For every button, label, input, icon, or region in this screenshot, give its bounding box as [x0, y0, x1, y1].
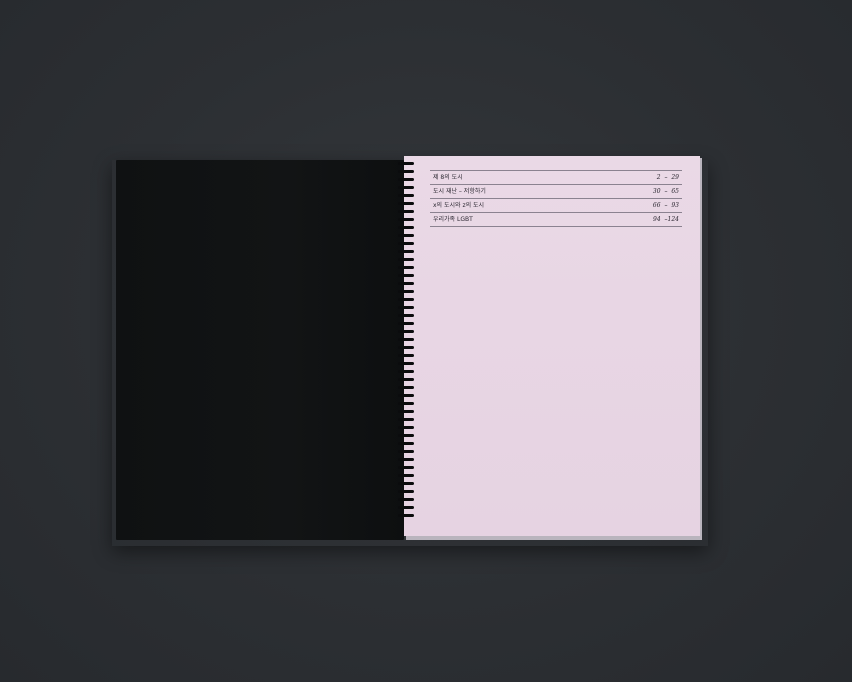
spiral-coil: [398, 210, 414, 213]
spiral-coil: [398, 514, 414, 517]
spiral-coil: [398, 362, 414, 365]
toc-row: 우리가족 LGBT 94 –124: [430, 213, 682, 227]
spiral-coil: [398, 194, 414, 197]
spiral-coil: [398, 250, 414, 253]
toc-title: 제 8의 도시: [433, 174, 463, 181]
spiral-coil: [398, 234, 414, 237]
spiral-coil: [398, 306, 414, 309]
spiral-coil: [398, 314, 414, 317]
spiral-coil: [398, 498, 414, 501]
spiral-coil: [398, 186, 414, 189]
table-of-contents: 제 8의 도시 2 – 29 도시 재난 – 저항하기 30 – 65 x의 도…: [430, 170, 682, 227]
toc-pages: 30 – 65: [652, 188, 679, 195]
spiral-coil: [398, 338, 414, 341]
spiral-coil: [398, 218, 414, 221]
toc-pages: 66 – 93: [652, 202, 679, 209]
spiral-coil: [398, 442, 414, 445]
spiral-coil: [398, 290, 414, 293]
spiral-coil: [398, 242, 414, 245]
spiral-coil: [398, 226, 414, 229]
spiral-coil: [398, 378, 414, 381]
spiral-coil: [398, 386, 414, 389]
toc-row: 도시 재난 – 저항하기 30 – 65: [430, 185, 682, 199]
spiral-coil: [398, 258, 414, 261]
spiral-coil: [398, 450, 414, 453]
toc-row: x의 도시와 z의 도시 66 – 93: [430, 199, 682, 213]
toc-title: x의 도시와 z의 도시: [433, 202, 485, 209]
left-page-black: [116, 160, 404, 540]
toc-title: 우리가족 LGBT: [433, 216, 473, 223]
spiral-coil: [398, 346, 414, 349]
spiral-coil: [398, 394, 414, 397]
toc-title: 도시 재난 – 저항하기: [433, 188, 486, 195]
spiral-binding: [396, 162, 418, 524]
spiral-coil: [398, 506, 414, 509]
spiral-coil: [398, 482, 414, 485]
spiral-coil: [398, 274, 414, 277]
spiral-coil: [398, 426, 414, 429]
spiral-coil: [398, 298, 414, 301]
spiral-coil: [398, 434, 414, 437]
spiral-coil: [398, 330, 414, 333]
spiral-coil: [398, 266, 414, 269]
toc-pages: 2 – 29: [656, 174, 679, 181]
spiral-coil: [398, 178, 414, 181]
spiral-coil: [398, 458, 414, 461]
spiral-coil: [398, 282, 414, 285]
spiral-coil: [398, 410, 414, 413]
spiral-coil: [398, 474, 414, 477]
spiral-coil: [398, 466, 414, 469]
spiral-coil: [398, 370, 414, 373]
spiral-coil: [398, 322, 414, 325]
toc-pages: 94 –124: [653, 216, 679, 223]
photo-scene: 제 8의 도시 2 – 29 도시 재난 – 저항하기 30 – 65 x의 도…: [0, 0, 852, 682]
toc-row: 제 8의 도시 2 – 29: [430, 170, 682, 185]
spiral-coil: [398, 170, 414, 173]
spiral-coil: [398, 354, 414, 357]
spiral-coil: [398, 418, 414, 421]
spiral-coil: [398, 402, 414, 405]
spiral-coil: [398, 202, 414, 205]
spiral-coil: [398, 162, 414, 165]
spiral-coil: [398, 490, 414, 493]
